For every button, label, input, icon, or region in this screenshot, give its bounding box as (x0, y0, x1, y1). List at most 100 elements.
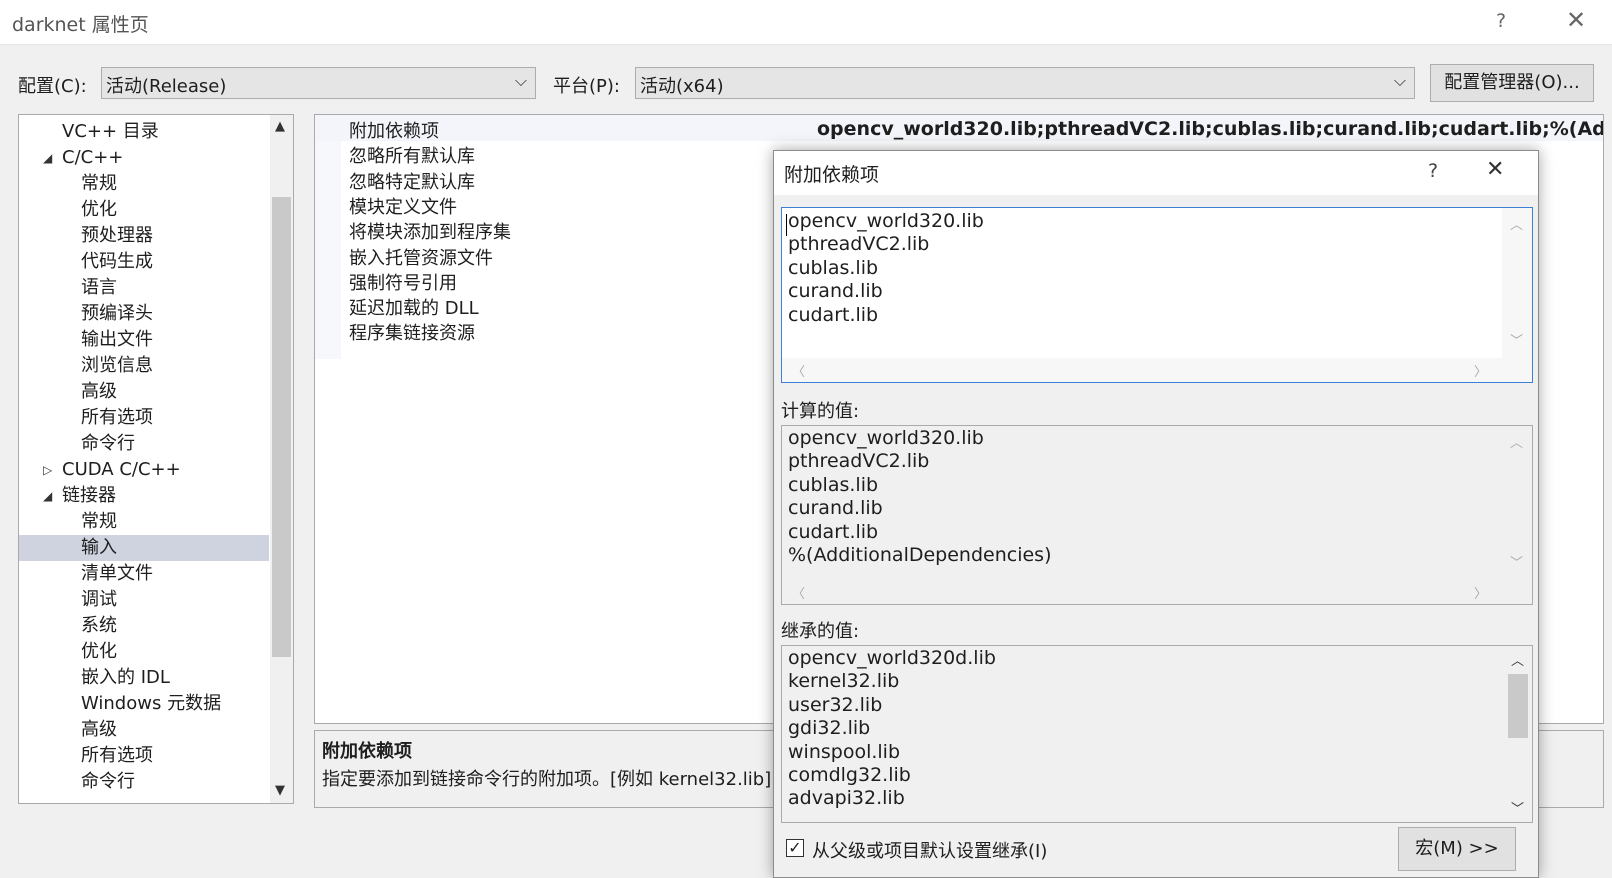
macro-button[interactable]: 宏(M) >> (1398, 827, 1516, 871)
tree-item-label: 代码生成 (81, 251, 153, 272)
tree-item[interactable]: 常规 (19, 509, 269, 535)
tree-item[interactable]: 浏览信息 (19, 353, 269, 379)
tree-item[interactable]: 高级 (19, 379, 269, 405)
property-row-name[interactable]: 强制符号引用 (349, 269, 457, 295)
editor-hscrollbar[interactable]: 〈 〉 (782, 358, 1532, 382)
tree-item[interactable]: Windows 元数据 (19, 691, 269, 717)
tree-item[interactable]: 命令行 (19, 769, 269, 795)
tree-item[interactable]: 预处理器 (19, 223, 269, 249)
tree-item-label: 优化 (81, 641, 117, 662)
tree-item[interactable]: 所有选项 (19, 405, 269, 431)
tree-item[interactable]: 优化 (19, 639, 269, 665)
property-row-name[interactable]: 附加依赖项 (349, 117, 439, 143)
scroll-down-icon[interactable]: ﹀ (1510, 552, 1523, 571)
description-text: 指定要添加到链接命令行的附加项。[例如 kernel32.lib] (322, 769, 772, 790)
scroll-left-icon[interactable]: 〈 (792, 361, 805, 380)
computed-values-box: opencv_world320.lib pthreadVC2.lib cublas.… (781, 425, 1533, 605)
text-line: advapi32.lib (788, 787, 905, 810)
tree-item[interactable]: 优化 (19, 197, 269, 223)
property-row-name[interactable]: 忽略特定默认库 (349, 168, 475, 194)
tree-item[interactable]: 系统 (19, 613, 269, 639)
inherit-checkbox-label[interactable]: 从父级或项目默认设置继承(I) (812, 837, 1047, 863)
chevron-down-icon: ⌵ (514, 71, 527, 90)
tree-scrollbar[interactable]: ▲ ▼ (270, 115, 293, 803)
dialog-help-button[interactable]: ? (1428, 160, 1438, 182)
tree-item[interactable]: 嵌入的 IDL (19, 665, 269, 691)
tree-item-label: CUDA C/C++ (62, 459, 181, 480)
tree-item[interactable]: 输出文件 (19, 327, 269, 353)
property-row-name[interactable]: 忽略所有默认库 (349, 142, 475, 168)
additional-dependencies-dialog: 附加依赖项 ? ✕ opencv_world320.lib pthreadVC2.… (773, 150, 1539, 878)
property-row-name[interactable]: 将模块添加到程序集 (349, 218, 511, 244)
scroll-right-icon[interactable]: 〉 (1474, 583, 1487, 602)
tree-item-label: 高级 (81, 719, 117, 740)
collapse-arrow-icon[interactable]: ◢ (43, 145, 52, 171)
tree-item[interactable]: 调试 (19, 587, 269, 613)
tree-item[interactable]: 输入 (19, 535, 269, 561)
scroll-up-icon[interactable]: ︿ (1511, 650, 1524, 669)
tree-item[interactable]: 预编译头 (19, 301, 269, 327)
platform-value: 活动(x64) (640, 76, 724, 97)
config-dropdown[interactable]: 活动(Release) ⌵ (101, 67, 536, 99)
inherit-checkbox[interactable]: ✓ (786, 839, 804, 857)
window-title: darknet 属性页 (12, 14, 149, 36)
additional-dependencies-value[interactable]: opencv_world320.lib;pthreadVC2.lib;cubla… (817, 118, 1603, 140)
scroll-up-icon[interactable]: ︿ (1510, 214, 1523, 233)
config-manager-button[interactable]: 配置管理器(O)... (1430, 64, 1594, 102)
dialog-title-bar: 附加依赖项 ? ✕ (774, 151, 1538, 195)
tree-item[interactable]: VC++ 目录 (19, 119, 269, 145)
tree-item[interactable]: ◢ 链接器 (19, 483, 269, 509)
expand-arrow-icon[interactable]: ▷ (43, 457, 52, 483)
help-button[interactable]: ? (1496, 10, 1506, 32)
tree-item-label: 输出文件 (81, 329, 153, 350)
text-line: cudart.lib (788, 303, 879, 326)
computed-hscrollbar[interactable]: 〈 〉 (782, 580, 1532, 604)
scroll-down-icon[interactable]: ﹀ (1511, 798, 1524, 817)
scroll-down-icon[interactable]: ﹀ (1510, 330, 1523, 349)
tree-item-label: 所有选项 (81, 745, 153, 766)
inherited-vscrollbar[interactable]: ︿ ﹀ (1504, 646, 1532, 822)
editor-vscrollbar[interactable]: ︿ ﹀ (1502, 208, 1532, 358)
scroll-up-icon[interactable]: ▲ (275, 119, 285, 134)
tree-item[interactable]: ▷ CUDA C/C++ (19, 457, 269, 483)
platform-label: 平台(P): (553, 76, 620, 97)
platform-dropdown[interactable]: 活动(x64) ⌵ (635, 67, 1415, 99)
close-button[interactable]: ✕ (1566, 6, 1586, 34)
scrollbar-thumb[interactable] (1508, 674, 1528, 738)
tree-item[interactable]: 常规 (19, 171, 269, 197)
text-line: kernel32.lib (788, 670, 900, 693)
property-row-name[interactable]: 模块定义文件 (349, 193, 457, 219)
tree-item-label: 清单文件 (81, 563, 153, 584)
tree-item[interactable]: ◢ C/C++ (19, 145, 269, 171)
property-row-name[interactable]: 程序集链接资源 (349, 319, 475, 345)
scrollbar-thumb[interactable] (272, 197, 291, 657)
tree-item-label: 常规 (81, 173, 117, 194)
tree-item[interactable]: 清单文件 (19, 561, 269, 587)
tree-item[interactable]: 所有选项 (19, 743, 269, 769)
dependencies-editor[interactable]: opencv_world320.lib pthreadVC2.lib cublas.… (781, 207, 1533, 383)
text-line: gdi32.lib (788, 717, 871, 740)
tree-item-label: 所有选项 (81, 407, 153, 428)
scroll-left-icon[interactable]: 〈 (792, 583, 805, 602)
text-line: cudart.lib (788, 520, 879, 543)
scroll-up-icon[interactable]: ︿ (1510, 432, 1523, 451)
tree-item[interactable]: 代码生成 (19, 249, 269, 275)
scroll-down-icon[interactable]: ▼ (275, 783, 285, 798)
chevron-down-icon: ⌵ (1393, 71, 1406, 90)
computed-vscrollbar[interactable]: ︿ ﹀ (1502, 426, 1532, 580)
property-row-name[interactable]: 延迟加载的 DLL (349, 294, 479, 320)
dialog-close-button[interactable]: ✕ (1486, 157, 1504, 182)
property-row-name[interactable]: 嵌入托管资源文件 (349, 244, 493, 270)
tree-item[interactable]: 命令行 (19, 431, 269, 457)
tree-item-label: C/C++ (62, 147, 124, 168)
tree-item-label: 嵌入的 IDL (81, 667, 170, 688)
tree-item[interactable]: 语言 (19, 275, 269, 301)
text-line: winspool.lib (788, 740, 901, 763)
tree-item-label: VC++ 目录 (62, 121, 159, 142)
computed-values-label: 计算的值: (781, 401, 860, 422)
scroll-right-icon[interactable]: 〉 (1474, 361, 1487, 380)
description-title: 附加依赖项 (322, 741, 412, 762)
tree-item[interactable]: 高级 (19, 717, 269, 743)
collapse-arrow-icon[interactable]: ◢ (43, 483, 52, 509)
tree-item-label: 链接器 (62, 485, 116, 506)
